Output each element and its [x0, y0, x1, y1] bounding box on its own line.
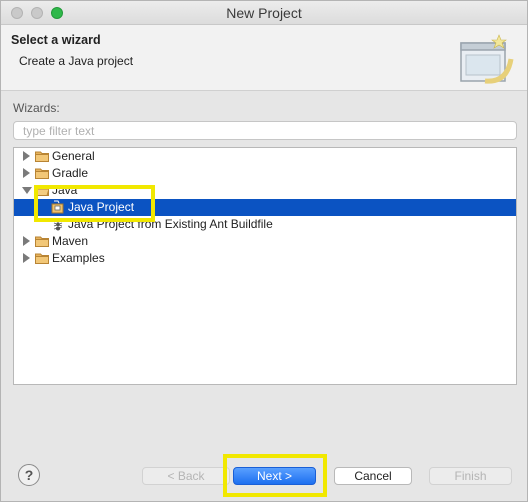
- wizard-filter-input[interactable]: [13, 121, 517, 140]
- tree-item-label: Maven: [52, 234, 89, 248]
- tree-item-label: Examples: [52, 251, 105, 265]
- folder-icon: [35, 253, 49, 264]
- tree-item-maven[interactable]: Maven: [14, 233, 516, 250]
- tree-item-examples[interactable]: Examples: [14, 250, 516, 267]
- wizard-tree[interactable]: General Gradle Java Java Project Java Pr…: [13, 147, 517, 385]
- highlight-next-button: [223, 454, 327, 497]
- expand-arrow-icon[interactable]: [23, 168, 30, 178]
- tree-item-general[interactable]: General: [14, 148, 516, 165]
- wizards-label: Wizards:: [13, 101, 60, 115]
- expand-arrow-icon[interactable]: [23, 151, 30, 161]
- folder-icon: [35, 151, 49, 162]
- expand-arrow-icon[interactable]: [23, 236, 30, 246]
- window-title: New Project: [226, 5, 302, 21]
- title-bar: New Project: [1, 1, 527, 25]
- highlight-java-project: [34, 185, 155, 222]
- page-description: Create a Java project: [19, 54, 134, 68]
- cancel-button[interactable]: Cancel: [334, 467, 412, 485]
- tree-item-label: Gradle: [52, 166, 89, 180]
- page-title: Select a wizard: [11, 33, 101, 47]
- tree-item-label: General: [52, 149, 95, 163]
- new-wizard-banner-icon: [460, 34, 514, 84]
- help-button[interactable]: ?: [18, 464, 40, 486]
- folder-icon: [35, 236, 49, 247]
- wizard-header: Select a wizard Create a Java project: [1, 25, 527, 91]
- finish-button[interactable]: Finish: [429, 467, 512, 485]
- collapse-arrow-icon[interactable]: [22, 187, 32, 194]
- back-button[interactable]: < Back: [142, 467, 230, 485]
- folder-icon: [35, 168, 49, 179]
- tree-item-gradle[interactable]: Gradle: [14, 165, 516, 182]
- new-project-window: New Project Select a wizard Create a Jav…: [0, 0, 528, 502]
- expand-arrow-icon[interactable]: [23, 253, 30, 263]
